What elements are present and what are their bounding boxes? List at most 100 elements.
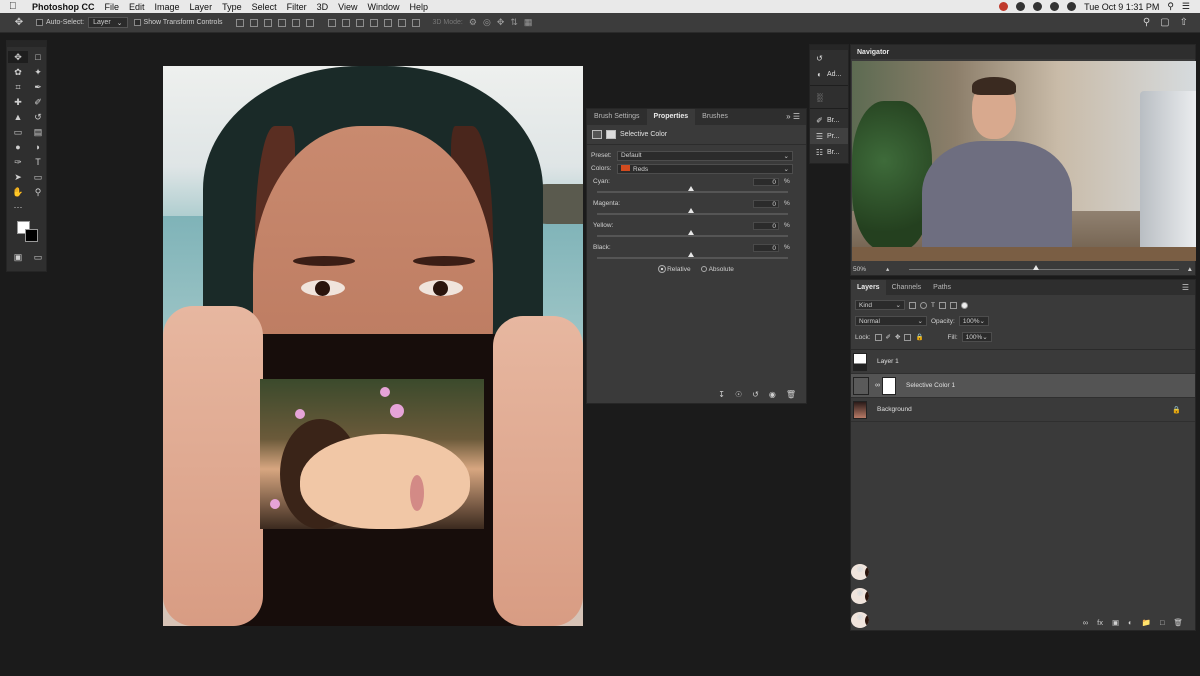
more-tools-icon[interactable]: ⋯ (8, 201, 28, 213)
magenta-thumb[interactable] (688, 208, 694, 213)
trash-icon[interactable]: 🗑 (1173, 618, 1183, 627)
opacity-field[interactable]: 100% ⌄ (958, 316, 989, 326)
workspace-icon[interactable]: ▢ (1160, 17, 1169, 28)
menu-edit[interactable]: Edit (129, 2, 145, 12)
filter-smart-object-icon[interactable] (949, 301, 957, 309)
properties-panel-button[interactable]: ☰ Pr... (810, 128, 848, 144)
brush-tool-icon[interactable]: ✐ (28, 96, 48, 108)
align-left-icon[interactable] (235, 18, 244, 27)
distribute-top-icon[interactable] (327, 18, 336, 27)
filter-pixel-icon[interactable] (909, 301, 916, 309)
history-brush-icon[interactable]: ↺ (28, 111, 48, 123)
cyan-value[interactable]: 0 (753, 178, 779, 186)
layer-name[interactable]: Background (877, 406, 912, 413)
zoom-thumb[interactable] (1033, 264, 1040, 270)
fill-field[interactable]: 100% ⌄ (961, 332, 992, 342)
apple-icon[interactable]:  (9, 1, 23, 12)
menu-select[interactable]: Select (252, 2, 277, 12)
move-tool-icon[interactable]: ✥ (8, 17, 30, 28)
navigator-title[interactable]: Navigator (857, 49, 889, 56)
layer-name[interactable]: Layer 1 (877, 358, 899, 365)
blur-tool-icon[interactable]: ● (8, 141, 28, 153)
tab-channels[interactable]: Channels (886, 280, 928, 295)
fx-icon[interactable]: fx (1097, 618, 1103, 627)
marquee-tool-icon[interactable]: □ (28, 51, 48, 63)
absolute-radio[interactable] (700, 266, 707, 273)
layer-row[interactable]: ◉ Layer 1 (851, 350, 1195, 580)
3d-scale-icon[interactable]: ▦ (524, 17, 533, 28)
yellow-value[interactable]: 0 (753, 222, 779, 230)
new-group-icon[interactable]: 📁 (1142, 618, 1151, 627)
control-center-icon[interactable]: ☰ (1182, 1, 1190, 12)
zoom-tool-icon[interactable]: ⚲ (28, 186, 48, 198)
brush-settings-panel-button[interactable]: ✐ Br... (810, 112, 848, 128)
share-icon[interactable]: ⇧ (1180, 17, 1188, 28)
visibility-eye-icon[interactable]: ◉ (851, 564, 869, 580)
mask-icon[interactable] (606, 130, 616, 139)
clone-stamp-icon[interactable]: ▲ (8, 111, 28, 123)
relative-radio[interactable] (658, 265, 667, 274)
menu-3d[interactable]: 3D (317, 2, 329, 12)
reset-icon[interactable]: ↺ (752, 390, 759, 399)
auto-select-checkbox[interactable] (36, 19, 43, 26)
filter-type-icon[interactable]: T (931, 302, 935, 309)
filter-kind-dropdown[interactable]: Kind ⌄ (855, 300, 905, 310)
screen-mode-icon[interactable]: ▭ (28, 251, 48, 263)
pen-tool-icon[interactable]: ✑ (8, 156, 28, 168)
3d-roll-icon[interactable]: ◎ (483, 17, 491, 28)
magenta-value[interactable]: 0 (753, 200, 779, 208)
blend-mode-dropdown[interactable]: Normal ⌄ (855, 316, 927, 326)
auto-select-dropdown[interactable]: Layer ⌄ (88, 17, 128, 28)
colors-dropdown[interactable]: Reds ⌄ (617, 163, 793, 174)
clip-to-layer-icon[interactable]: ↧ (718, 390, 725, 399)
yellow-thumb[interactable] (688, 230, 694, 235)
lasso-tool-icon[interactable]: ✿ (8, 66, 28, 78)
zoom-slider[interactable] (909, 264, 1179, 270)
black-value[interactable]: 0 (753, 244, 779, 252)
panel-menu-icon[interactable]: ☰ (1182, 283, 1189, 292)
zoom-in-icon[interactable]: ▲ (1187, 266, 1193, 273)
status-icon[interactable] (1016, 2, 1026, 11)
new-adjustment-icon[interactable]: ◐ (1128, 618, 1133, 627)
menu-file[interactable]: File (105, 2, 120, 12)
preset-dropdown[interactable]: Default ⌄ (617, 150, 793, 161)
dodge-tool-icon[interactable]: ◗ (28, 141, 48, 153)
menu-type[interactable]: Type (222, 2, 242, 12)
black-thumb[interactable] (688, 252, 694, 257)
3d-pan-icon[interactable]: ✥ (497, 17, 505, 28)
clock[interactable]: Tue Oct 9 1:31 PM (1084, 2, 1159, 12)
3d-slide-icon[interactable]: ⇅ (510, 17, 518, 28)
type-tool-icon[interactable]: T (28, 156, 48, 168)
relative-option[interactable]: Relative (658, 265, 691, 274)
crop-tool-icon[interactable]: ⌗ (8, 81, 28, 93)
path-select-icon[interactable]: ➤ (8, 171, 28, 183)
trash-icon[interactable]: 🗑 (786, 390, 796, 399)
spotlight-icon[interactable]: ⚲ (1167, 1, 1174, 12)
zoom-value[interactable]: 50% (853, 266, 866, 273)
mask-thumbnail[interactable] (882, 376, 896, 395)
cyan-thumb[interactable] (688, 186, 694, 191)
tab-paths[interactable]: Paths (927, 280, 957, 295)
new-layer-icon[interactable]: □ (1160, 618, 1165, 627)
lock-transparency-icon[interactable] (874, 333, 882, 341)
distribute-right-icon[interactable] (397, 18, 406, 27)
gradient-tool-icon[interactable]: ▤ (28, 126, 48, 138)
visibility-eye-icon[interactable]: ◉ (851, 588, 869, 604)
lock-icon[interactable]: 🔒 (1172, 406, 1181, 414)
menu-help[interactable]: Help (409, 2, 428, 12)
distribute-left-icon[interactable] (369, 18, 378, 27)
filter-toggle-icon[interactable] (960, 301, 968, 309)
menu-image[interactable]: Image (155, 2, 180, 12)
healing-brush-icon[interactable]: ✚ (8, 96, 28, 108)
link-layers-icon[interactable]: ∞ (1083, 618, 1088, 627)
yellow-track[interactable] (597, 235, 788, 237)
filter-shape-icon[interactable] (938, 301, 946, 309)
menu-layer[interactable]: Layer (190, 2, 213, 12)
eraser-tool-icon[interactable]: ▭ (8, 126, 28, 138)
histogram-panel-button[interactable]: ░ (810, 89, 848, 105)
shape-tool-icon[interactable]: ▭ (28, 171, 48, 183)
history-panel-button[interactable]: ↺ (810, 50, 848, 66)
align-center-icon[interactable] (249, 18, 258, 27)
zoom-out-icon[interactable]: ▴ (886, 265, 889, 273)
visibility-eye-icon[interactable]: ◉ (851, 612, 869, 628)
